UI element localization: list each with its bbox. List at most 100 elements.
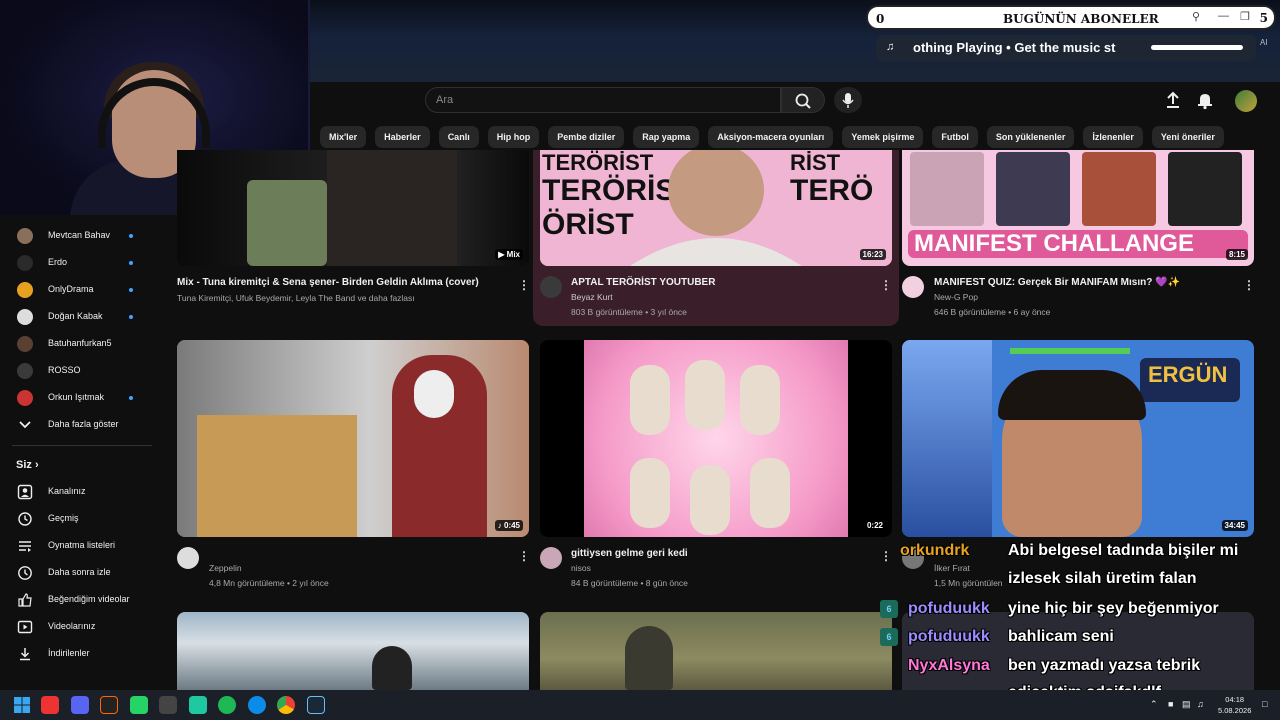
music-note-icon: ♫: [886, 41, 895, 53]
sidebar-item-history[interactable]: Geçmiş: [0, 506, 165, 532]
sidebar-item-downloads[interactable]: İndirilenler: [0, 641, 165, 667]
sidebar-item-label: İndirilenler: [48, 648, 90, 658]
app-icon[interactable]: [189, 696, 207, 714]
sidebar-sub-onlydrama[interactable]: OnlyDrama: [0, 277, 165, 303]
chat-message: yine hiç bir şey beğenmiyor: [1008, 600, 1219, 617]
edge-icon[interactable]: [248, 696, 266, 714]
now-playing-widget: ♫ othing Playing • Get the music st: [876, 35, 1256, 61]
sidebar-item-liked-videos[interactable]: Beğendiğim videolar: [0, 587, 165, 613]
history-icon: [18, 512, 32, 526]
chat-username: pofuduukk: [908, 628, 990, 645]
discord-icon[interactable]: [71, 696, 89, 714]
video-thumbnail[interactable]: TERÖRİST TERÖRİST ÖRİST RİST TERÖ 16:23: [540, 150, 892, 266]
filter-chip[interactable]: Son yüklenenler: [986, 126, 1075, 148]
sidebar-sub-dogan-kabak[interactable]: Doğan Kabak: [0, 304, 165, 330]
more-options-icon[interactable]: ⋮: [518, 549, 530, 563]
live-dot: [129, 288, 133, 292]
sidebar-item-your-channel[interactable]: Kanalınız: [0, 479, 165, 505]
obs-icon[interactable]: [159, 696, 177, 714]
filter-chip[interactable]: İzlenenler: [1083, 126, 1143, 148]
video-title[interactable]: gittiysen gelme geri kedi: [571, 548, 688, 559]
more-options-icon[interactable]: ⋮: [518, 278, 530, 292]
sidebar-sub-label: OnlyDrama: [48, 284, 94, 294]
video-thumbnail[interactable]: [177, 612, 529, 690]
tray-app-icon[interactable]: ■: [1168, 699, 1173, 709]
sidebar-item-your-videos[interactable]: Videolarınız: [0, 614, 165, 640]
volume-icon[interactable]: ♫: [1197, 699, 1204, 709]
more-options-icon[interactable]: ⋮: [1243, 278, 1255, 292]
filter-chip[interactable]: Rap yapma: [633, 126, 700, 148]
search-button[interactable]: [781, 87, 825, 113]
account-avatar[interactable]: [1235, 90, 1257, 112]
video-thumbnail[interactable]: ERGÜN 34:45: [902, 340, 1254, 537]
sidebar-sub-mevtcan-bahav[interactable]: Mevtcan Bahav: [0, 223, 165, 249]
notifications-bell-icon[interactable]: [1195, 90, 1215, 110]
filter-chip[interactable]: Yeni öneriler: [1151, 126, 1224, 148]
download-icon: [20, 648, 30, 661]
filter-chip[interactable]: Mix'ler: [320, 126, 367, 148]
video-thumbnail[interactable]: ▶ Mix: [177, 150, 529, 266]
sidebar-sub-orkun-isitmak[interactable]: Orkun Işıtmak: [0, 385, 165, 411]
channel-name[interactable]: New-G Pop: [934, 292, 978, 302]
windows-start-icon[interactable]: [13, 696, 31, 714]
sidebar-item-playlists[interactable]: Oynatma listeleri: [0, 533, 165, 559]
channel-name[interactable]: Zeppelin: [209, 563, 242, 573]
filter-chip[interactable]: Haberler: [375, 126, 430, 148]
channel-avatar[interactable]: [177, 547, 199, 569]
divider: [12, 445, 152, 446]
channel-avatar[interactable]: [902, 276, 924, 298]
filter-chip[interactable]: Futbol: [932, 126, 978, 148]
video-thumbnail[interactable]: MANIFEST CHALLANGE 8:15: [902, 150, 1254, 266]
video-meta: 803 B görüntüleme • 3 yıl önce: [571, 307, 687, 317]
video-thumbnail[interactable]: [540, 612, 892, 690]
filter-chip[interactable]: Pembe diziler: [548, 126, 625, 148]
sub-counter-title: BUGÜNÜN ABONELER: [1003, 12, 1159, 26]
opera-icon[interactable]: [41, 696, 59, 714]
sidebar-sub-label: Batuhanfurkan5: [48, 338, 112, 348]
channel-avatar[interactable]: [540, 276, 562, 298]
sidebar-sub-rosso[interactable]: ROSSO: [0, 358, 165, 384]
search-icon[interactable]: ⚲: [1192, 10, 1200, 23]
channel-avatar: [17, 336, 33, 352]
video-thumbnail[interactable]: 0:22: [540, 340, 892, 537]
subscriber-counter: 0 BUGÜNÜN ABONELER ⚲ — ❐ 5: [866, 5, 1276, 30]
sidebar-item-watch-later[interactable]: Daha sonra izle: [0, 560, 165, 586]
filter-chip[interactable]: Canlı: [438, 126, 479, 148]
whatsapp-icon[interactable]: [130, 696, 148, 714]
channel-name[interactable]: Beyaz Kurt: [571, 292, 613, 302]
filter-chip[interactable]: Aksiyon-macera oyunları: [708, 126, 834, 148]
channel-avatar: [17, 309, 33, 325]
thumb-text: ERGÜN: [1148, 362, 1228, 387]
chat-username: NyxAlsyna: [908, 657, 990, 674]
clock-time: 04:18: [1225, 695, 1245, 704]
channel-name[interactable]: nisos: [571, 563, 591, 573]
app-icon[interactable]: [100, 696, 118, 714]
you-section-heading[interactable]: Siz ›: [16, 459, 39, 471]
video-title[interactable]: APTAL TERÖRİST YOUTUBER: [571, 277, 715, 288]
chrome-icon[interactable]: [277, 696, 295, 714]
steam-icon[interactable]: [307, 696, 325, 714]
video-title[interactable]: Mix - Tuna kiremitçi & Sena şener- Birde…: [177, 277, 479, 288]
channel-avatar[interactable]: [540, 547, 562, 569]
tray-chevron-icon[interactable]: ⌃: [1150, 699, 1158, 710]
video-title[interactable]: MANIFEST QUIZ: Gerçek Bir MANIFAM Mısın?…: [934, 277, 1180, 288]
filter-chip[interactable]: Hip hop: [487, 126, 540, 148]
sidebar-sub-erdo[interactable]: Erdo: [0, 250, 165, 276]
clock-date: 5.08.2026: [1218, 706, 1252, 715]
filter-chip[interactable]: Yemek pişirme: [842, 126, 924, 148]
search-input[interactable]: Ara: [425, 87, 781, 113]
clock-icon: [18, 566, 32, 580]
notification-center-icon[interactable]: □: [1262, 699, 1267, 709]
show-more-button[interactable]: Daha fazla göster: [0, 412, 165, 438]
more-options-icon[interactable]: ⋮: [880, 278, 892, 292]
voice-search-button[interactable]: [834, 87, 862, 113]
sidebar-sub-batuhanfurkan5[interactable]: Batuhanfurkan5: [0, 331, 165, 357]
spotify-icon[interactable]: [218, 696, 236, 714]
chat-username: orkundrk: [900, 542, 970, 559]
video-thumbnail[interactable]: ♪ 0:45: [177, 340, 529, 537]
system-clock[interactable]: 04:18 5.08.2026: [1218, 694, 1251, 716]
minimize-icon[interactable]: —: [1218, 10, 1229, 22]
upload-icon[interactable]: [1163, 90, 1183, 110]
network-icon[interactable]: ▤: [1182, 699, 1191, 710]
restore-icon[interactable]: ❐: [1240, 10, 1250, 23]
